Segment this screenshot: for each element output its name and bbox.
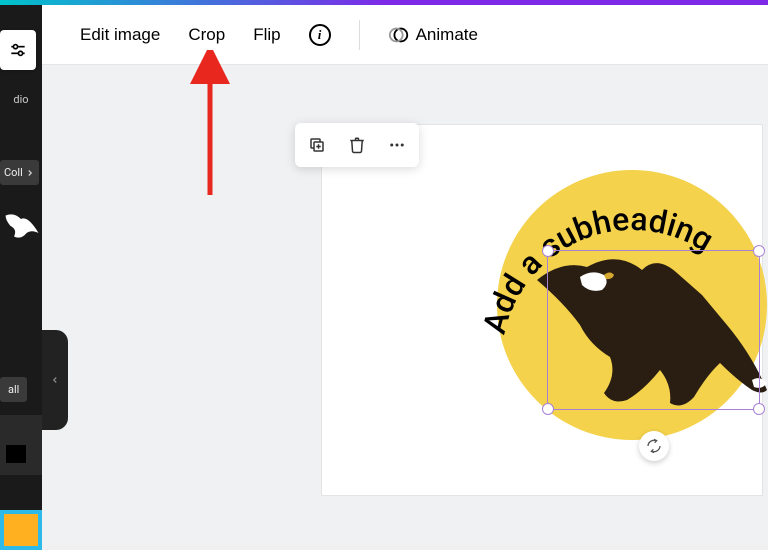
duplicate-icon [308,136,326,154]
trash-icon [348,136,366,154]
rotate-icon [646,438,662,454]
element-floating-toolbar [295,123,419,167]
canvas-workspace[interactable]: Add a subheading [42,65,768,545]
sliders-icon [8,40,28,60]
resize-handle-br[interactable] [753,403,765,415]
asset-thumbnail-color[interactable] [0,510,42,550]
context-toolbar: Edit image Crop Flip i Animate [42,5,768,65]
chevron-left-icon [50,375,60,385]
animate-button[interactable]: Animate [388,24,478,46]
filter-chip-all[interactable]: all [0,377,27,402]
chip-label: Coll [4,166,23,179]
button-label: Animate [416,25,478,45]
filter-chip-collection[interactable]: Coll [0,160,39,185]
sidebar-collapse-handle[interactable] [42,330,68,430]
delete-button[interactable] [341,129,373,161]
chevron-right-icon [25,168,35,178]
asset-thumbnail-dark[interactable] [0,415,42,475]
more-options-button[interactable] [381,129,413,161]
duplicate-button[interactable] [301,129,333,161]
sidebar-label: dio [13,93,28,106]
animate-icon [388,24,410,46]
button-label: Flip [253,25,280,45]
left-sidebar: dio Coll all [0,5,42,545]
resize-handle-bl[interactable] [542,403,554,415]
button-label: Edit image [80,25,160,45]
chip-label: all [8,383,19,396]
resize-handle-tr[interactable] [753,245,765,257]
adjustments-button[interactable] [0,30,36,70]
asset-thumbnail-eagle[interactable] [0,205,42,255]
crop-button[interactable]: Crop [188,25,225,45]
design-page[interactable]: Add a subheading [322,125,762,495]
rotate-handle[interactable] [639,431,669,461]
selection-bounding-box[interactable] [547,250,760,410]
button-label: Crop [188,25,225,45]
more-horizontal-icon [388,136,406,154]
eagle-thumb-icon [0,205,42,247]
flip-button[interactable]: Flip [253,25,280,45]
resize-handle-tl[interactable] [542,245,554,257]
toolbar-divider [359,20,360,50]
edit-image-button[interactable]: Edit image [80,25,160,45]
sidebar-tab-studio[interactable]: dio [0,87,42,112]
info-icon[interactable]: i [309,24,331,46]
thumb-shape [6,445,26,463]
